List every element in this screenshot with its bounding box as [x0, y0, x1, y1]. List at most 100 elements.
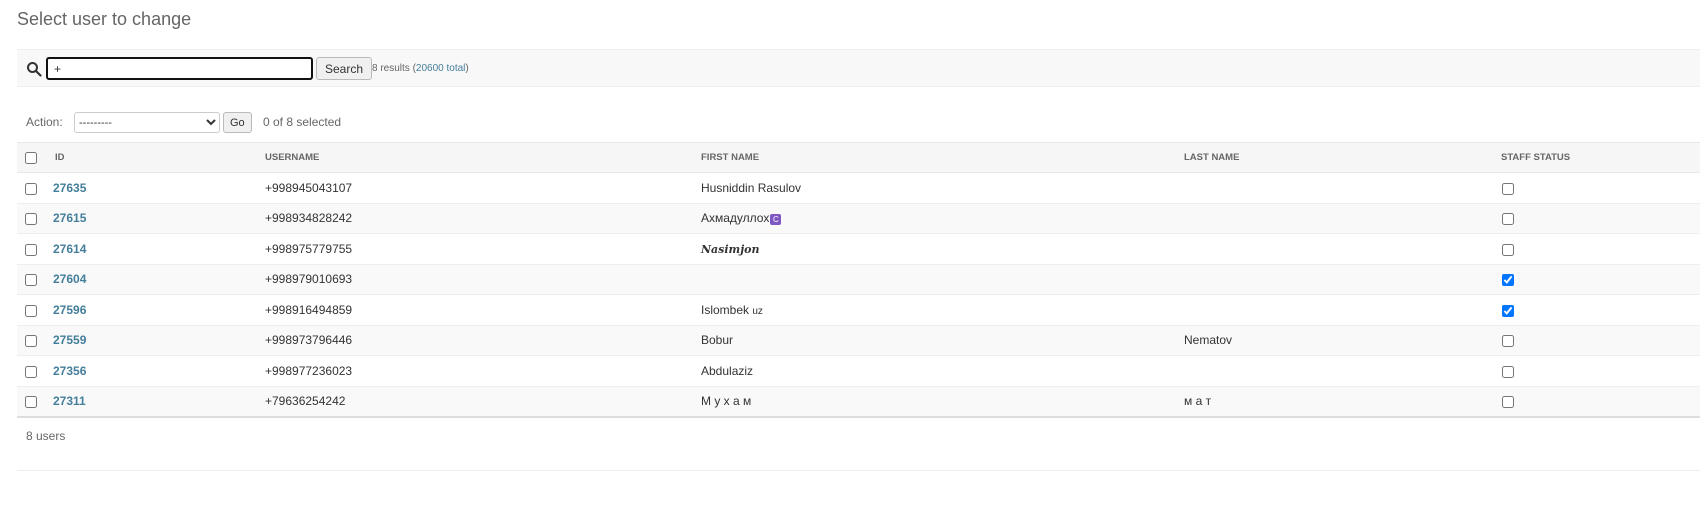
- action-select[interactable]: ---------: [74, 112, 220, 133]
- id-cell: 27614: [52, 233, 265, 265]
- username-cell: +998977236023: [265, 355, 701, 387]
- username-cell: +998934828242: [265, 203, 701, 234]
- row-select-cell: [17, 325, 52, 356]
- id-cell: 27604: [52, 264, 265, 295]
- staff-status-cell: [1501, 264, 1700, 295]
- search-icon: [27, 62, 42, 77]
- row-select-cell: [17, 203, 52, 234]
- user-id-link[interactable]: 27559: [53, 333, 86, 347]
- go-button[interactable]: Go: [223, 112, 252, 133]
- row-select-checkbox[interactable]: [25, 304, 37, 317]
- row-select-checkbox[interactable]: [25, 243, 37, 256]
- first-name-cell: М у х а м: [701, 386, 1184, 418]
- id-cell: 27615: [52, 203, 265, 234]
- search-input[interactable]: [46, 57, 313, 80]
- last-name-cell: [1184, 233, 1501, 265]
- first-name-text: Ахмадуллох: [701, 211, 770, 226]
- staff-status-cell: [1501, 325, 1700, 356]
- staff-status-checkbox: [1502, 243, 1514, 256]
- row-select-checkbox[interactable]: [25, 274, 37, 287]
- first-name-cell: [701, 264, 1184, 295]
- first-name-cell: Nasimjon: [701, 233, 1184, 265]
- staff-status-cell: [1501, 355, 1700, 387]
- table-row: 27604 +998979010693: [17, 264, 1700, 295]
- table-row: 27311 +79636254242 М у х а м м а т: [17, 386, 1700, 418]
- row-select-checkbox[interactable]: [25, 396, 37, 409]
- user-id-link[interactable]: 27604: [53, 272, 86, 286]
- row-select-cell: [17, 355, 52, 387]
- table-row: 27356 +998977236023 Abdulaziz: [17, 355, 1700, 387]
- search-button[interactable]: Search: [316, 57, 373, 80]
- user-id-link[interactable]: 27356: [53, 364, 86, 378]
- staff-status-checkbox: [1502, 365, 1514, 378]
- username-cell: +998979010693: [265, 264, 701, 295]
- last-name-cell: [1184, 203, 1501, 234]
- last-name-cell: м а т: [1184, 386, 1501, 418]
- last-name-cell: [1184, 264, 1501, 295]
- staff-status-checkbox: [1502, 182, 1514, 195]
- username-cell: +998916494859: [265, 294, 701, 326]
- staff-status-checkbox: [1502, 304, 1514, 317]
- column-header-staff-status[interactable]: STAFF STATUS: [1501, 142, 1700, 173]
- first-name-cell: Abdulaziz: [701, 355, 1184, 387]
- table-row: 27615 +998934828242 Ахмадуллох C: [17, 203, 1700, 234]
- first-name-cell: Ахмадуллох C: [701, 203, 1184, 234]
- user-id-link[interactable]: 27614: [53, 242, 86, 256]
- first-name-cell: Islombek uz: [701, 294, 1184, 326]
- first-name-text: Islombek: [701, 302, 750, 317]
- select-all-checkbox[interactable]: [25, 151, 37, 164]
- column-header-last-name[interactable]: LAST NAME: [1184, 142, 1501, 173]
- staff-status-cell: [1501, 172, 1700, 204]
- last-name-cell: [1184, 294, 1501, 326]
- results-table: ID USERNAME FIRST NAME LAST NAME STAFF S…: [17, 142, 1700, 418]
- first-name-text: Nasimjon: [701, 242, 760, 256]
- staff-status-checkbox: [1502, 396, 1514, 409]
- last-name-cell: [1184, 172, 1501, 204]
- row-select-checkbox[interactable]: [25, 182, 37, 195]
- row-select-cell: [17, 172, 52, 204]
- row-select-cell: [17, 386, 52, 418]
- emoji-badge-icon: C: [770, 213, 782, 225]
- staff-status-cell: [1501, 233, 1700, 265]
- user-id-link[interactable]: 27615: [53, 211, 86, 225]
- column-header-first-name[interactable]: FIRST NAME: [701, 142, 1184, 173]
- username-cell: +998975779755: [265, 233, 701, 265]
- row-select-checkbox[interactable]: [25, 335, 37, 348]
- result-count-text: 8 users: [26, 429, 66, 443]
- user-id-link[interactable]: 27635: [53, 181, 86, 195]
- id-cell: 27356: [52, 355, 265, 387]
- last-name-cell: [1184, 355, 1501, 387]
- table-row: 27596 +998916494859 Islombek uz: [17, 294, 1700, 326]
- column-header-username[interactable]: USERNAME: [265, 142, 701, 173]
- id-cell: 27596: [52, 294, 265, 326]
- user-id-link[interactable]: 27596: [53, 303, 86, 317]
- first-name-suffix: uz: [752, 305, 763, 317]
- total-results-link[interactable]: 20600 total: [416, 63, 466, 74]
- first-name-cell: Husniddin Rasulov: [701, 172, 1184, 204]
- table-header-row: ID USERNAME FIRST NAME LAST NAME STAFF S…: [17, 142, 1700, 173]
- paginator: 8 users: [17, 416, 1700, 471]
- staff-status-cell: [1501, 386, 1700, 418]
- username-cell: +79636254242: [265, 386, 701, 418]
- username-cell: +998973796446: [265, 325, 701, 356]
- id-cell: 27311: [52, 386, 265, 418]
- staff-status-checkbox: [1502, 274, 1514, 287]
- staff-status-checkbox: [1502, 213, 1514, 226]
- first-name-cell: Bobur: [701, 325, 1184, 356]
- id-cell: 27559: [52, 325, 265, 356]
- results-count: 8 results (20600 total): [372, 63, 469, 74]
- table-row: 27635 +998945043107 Husniddin Rasulov: [17, 172, 1700, 204]
- row-select-cell: [17, 294, 52, 326]
- user-id-link[interactable]: 27311: [53, 394, 86, 408]
- table-row: 27559 +998973796446 Bobur Nematov: [17, 325, 1700, 356]
- row-select-checkbox[interactable]: [25, 365, 37, 378]
- staff-status-cell: [1501, 294, 1700, 326]
- id-cell: 27635: [52, 172, 265, 204]
- search-toolbar: Search 8 results (20600 total): [17, 49, 1700, 87]
- selected-count: 0 of 8 selected: [263, 115, 342, 129]
- row-select-checkbox[interactable]: [25, 213, 37, 226]
- select-all-header: [17, 142, 52, 173]
- column-header-id[interactable]: ID: [52, 142, 265, 173]
- staff-status-checkbox: [1502, 335, 1514, 348]
- last-name-cell: Nematov: [1184, 325, 1501, 356]
